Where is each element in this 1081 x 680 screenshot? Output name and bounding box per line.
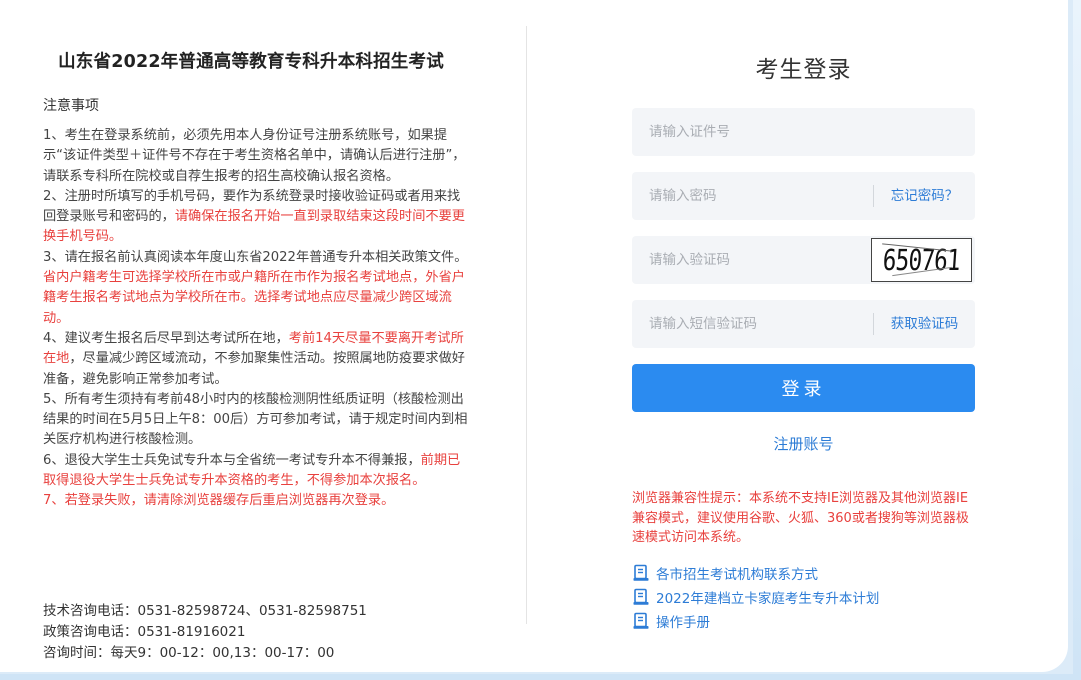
link-label: 2022年建档立卡家庭考生专升本计划 bbox=[656, 591, 880, 607]
page-edge-bottom bbox=[0, 674, 1081, 680]
notice-text: ，尽量减少跨区域流动，不参加聚集性活动。按照属地防疫要求做好准备，避免影响正常参… bbox=[43, 351, 465, 387]
notice-text: 1、考生在登录系统前，必须先用本人身份证号注册系统账号，如果提示“该证件类型＋证… bbox=[43, 128, 466, 184]
link-exam-agency-contacts[interactable]: 各市招生考试机构联系方式 bbox=[632, 561, 879, 585]
register-link[interactable]: 注册账号 bbox=[632, 433, 975, 454]
support-hours: 咨询时间：每天9：00-12：00,13：00-17：00 bbox=[43, 645, 335, 661]
notice-item: 3、请在报名前认真阅读本年度山东省2022年普通专升本相关政策文件。 省内户籍考… bbox=[43, 248, 471, 329]
notice-item: 5、所有考生须持有考前48小时内的核酸检测阴性纸质证明（核酸检测出结果的时间在5… bbox=[43, 390, 471, 451]
id-number-input[interactable] bbox=[632, 108, 975, 156]
captcha-input[interactable] bbox=[632, 236, 868, 284]
notice-item: 2、注册时所填写的手机号码，要作为系统登录时接收验证码或者用来找回登录账号和密码… bbox=[43, 187, 471, 248]
notice-highlight: 7、若登录失败，请清除浏览器缓存后重启浏览器再次登录。 bbox=[43, 493, 395, 509]
contact-info: 技术咨询电话：0531-82598724、0531-82598751 政策咨询电… bbox=[43, 601, 367, 664]
document-icon bbox=[633, 612, 649, 629]
resource-links: 各市招生考试机构联系方式 2022年建档立卡家庭考生专升本计划 操作手册 bbox=[632, 561, 879, 633]
exam-title: 山东省2022年普通高等教育专科升本科招生考试 bbox=[58, 52, 444, 72]
login-button[interactable]: 登录 bbox=[632, 364, 975, 412]
notice-item: 4、建议考生报名后尽早到达考试所在地，考前14天尽量不要离开考试所在地，尽量减少… bbox=[43, 329, 471, 390]
notice-item: 1、考生在登录系统前，必须先用本人身份证号注册系统账号，如果提示“该证件类型＋证… bbox=[43, 126, 471, 187]
link-label: 各市招生考试机构联系方式 bbox=[656, 567, 818, 583]
policy-support-phone: 政策咨询电话：0531-81916021 bbox=[43, 624, 246, 640]
link-poverty-family-plan[interactable]: 2022年建档立卡家庭考生专升本计划 bbox=[632, 585, 879, 609]
login-title: 考生登录 bbox=[755, 57, 852, 83]
document-icon bbox=[633, 564, 649, 581]
sms-code-input[interactable] bbox=[632, 300, 868, 348]
password-input[interactable] bbox=[632, 172, 868, 220]
browser-compat-notice: 浏览器兼容性提示：本系统不支持IE浏览器及其他浏览器IE兼容模式，建议使用谷歌、… bbox=[632, 491, 969, 545]
document-icon bbox=[633, 588, 649, 605]
notice-heading: 注意事项 bbox=[43, 98, 99, 114]
notice-text: 5、所有考生须持有考前48小时内的核酸检测阴性纸质证明（核酸检测出结果的时间在5… bbox=[43, 391, 468, 448]
notice-item: 7、若登录失败，请清除浏览器缓存后重启浏览器再次登录。 bbox=[43, 491, 471, 511]
notice-text: 6、退役大学生士兵免试专升本与全省统一考试专升本不得兼报， bbox=[43, 452, 421, 468]
notice-text: 3、请在报名前认真阅读本年度山东省2022年普通专升本相关政策文件。 bbox=[43, 249, 468, 265]
page-edge-right bbox=[1073, 0, 1081, 680]
link-label: 操作手册 bbox=[656, 615, 710, 631]
sms-field: 获取验证码 bbox=[632, 300, 975, 348]
column-divider bbox=[526, 26, 527, 624]
captcha-field: 650761 bbox=[632, 236, 975, 284]
notice-highlight: 省内户籍考生可选择学校所在市或户籍所在市作为报名考试地点，外省户籍考生报名考试地… bbox=[43, 270, 465, 326]
tech-support-phone: 技术咨询电话：0531-82598724、0531-82598751 bbox=[43, 603, 367, 619]
captcha-image[interactable]: 650761 bbox=[871, 238, 972, 282]
get-sms-code-button[interactable]: 获取验证码 bbox=[874, 300, 975, 348]
forgot-password-link[interactable]: 忘记密码？ bbox=[874, 172, 975, 220]
id-field bbox=[632, 108, 975, 156]
notice-text: 4、建议考生报名后尽早到达考试所在地， bbox=[43, 330, 289, 346]
notice-list: 1、考生在登录系统前，必须先用本人身份证号注册系统账号，如果提示“该证件类型＋证… bbox=[43, 126, 471, 512]
notice-item: 6、退役大学生士兵免试专升本与全省统一考试专升本不得兼报，前期已取得退役大学生士… bbox=[43, 451, 471, 492]
password-field: 忘记密码？ bbox=[632, 172, 975, 220]
link-user-manual[interactable]: 操作手册 bbox=[632, 609, 879, 633]
